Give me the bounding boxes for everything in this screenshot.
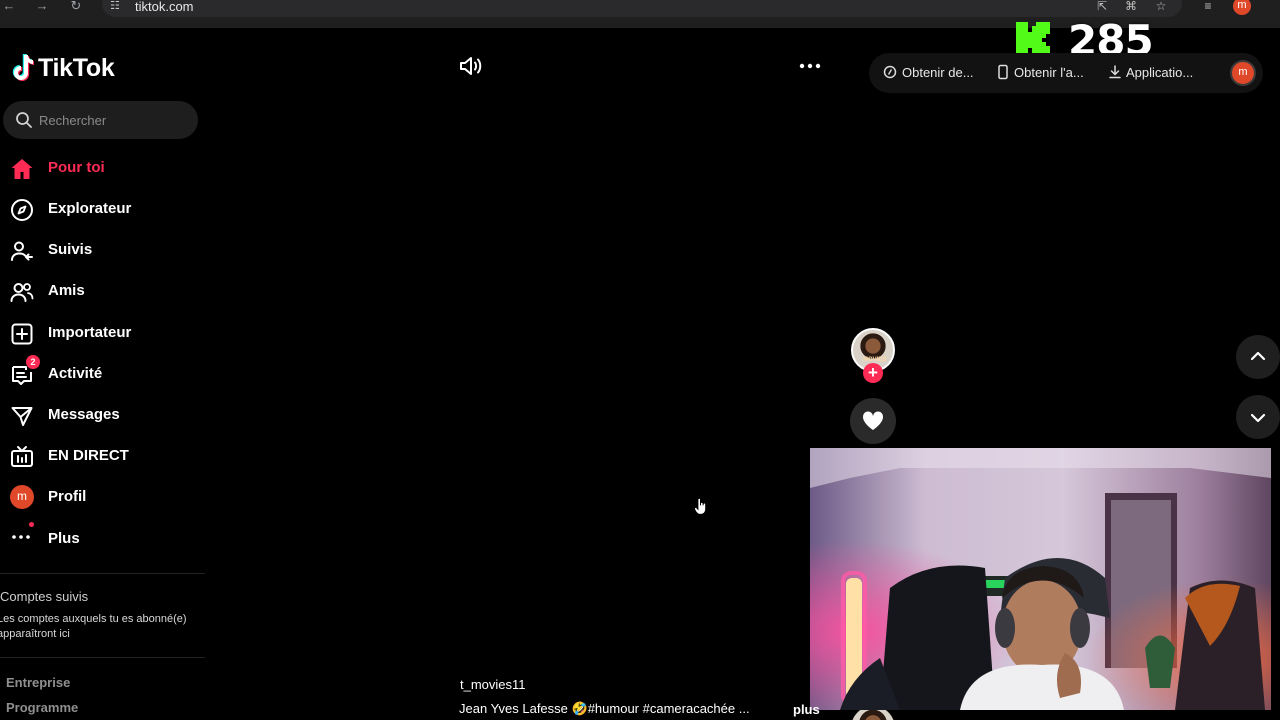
webcam-overlay xyxy=(810,448,1271,710)
video-username[interactable]: t_movies11 xyxy=(460,677,526,692)
sidebar-item-plus[interactable]: Plus xyxy=(0,521,200,557)
home-icon xyxy=(11,159,33,179)
sidebar-item-amis[interactable]: Amis xyxy=(0,273,200,309)
sidebar-item-importateur[interactable]: Importateur xyxy=(0,315,200,351)
sidebar-divider xyxy=(0,573,205,574)
sidebar-item-label: EN DIRECT xyxy=(48,447,129,464)
sidebar-item-label: Plus xyxy=(48,530,80,547)
following-section-desc: Les comptes auxquels tu es abonné(e) app… xyxy=(0,613,187,640)
sidebar-item-label: Profil xyxy=(48,488,87,505)
coin-icon xyxy=(883,65,897,79)
heart-icon xyxy=(862,411,884,430)
send-icon xyxy=(11,407,33,426)
webcam-feed-image xyxy=(810,448,1271,710)
search-icon xyxy=(16,112,32,128)
bookmark-star-icon[interactable]: ☆ xyxy=(1153,0,1169,12)
following-icon xyxy=(11,241,33,261)
user-avatar-button[interactable]: m xyxy=(1230,60,1256,86)
get-app-button[interactable]: Obtenir l'a... xyxy=(1014,65,1084,80)
more-dots-icon xyxy=(12,535,30,539)
logo-text: TikTok xyxy=(38,53,115,82)
search-box[interactable] xyxy=(3,101,198,139)
install-app-icon[interactable]: ⇱ xyxy=(1094,0,1110,12)
download-icon xyxy=(1109,65,1121,79)
sidebar-item-label: Pour toi xyxy=(48,159,105,176)
desktop-app-button[interactable]: Applicatio... xyxy=(1126,65,1193,80)
hand-cursor-icon xyxy=(694,497,706,515)
site-info-icon[interactable]: ☷ xyxy=(110,0,124,12)
new-dot-indicator xyxy=(29,522,34,527)
sidebar-item-activite[interactable]: 2 Activité xyxy=(0,355,200,392)
sidebar-item-label: Explorateur xyxy=(48,200,132,217)
reading-list-icon[interactable]: ≡ xyxy=(1200,0,1216,12)
chevron-down-icon xyxy=(1250,413,1266,423)
volume-icon[interactable] xyxy=(459,55,483,77)
translate-icon[interactable]: ⌘ xyxy=(1123,0,1139,12)
sidebar-item-label: Amis xyxy=(48,282,85,299)
sidebar-item-explorateur[interactable]: Explorateur xyxy=(0,191,200,227)
sidebar-item-profil[interactable]: m Profil xyxy=(0,479,200,515)
tiktok-note-icon xyxy=(12,54,34,81)
next-video-button[interactable] xyxy=(1236,395,1280,439)
live-tv-icon xyxy=(11,446,33,467)
sidebar-divider xyxy=(0,657,205,658)
footer-link-entreprise[interactable]: Entreprise xyxy=(6,675,70,690)
sidebar-item-label: Suivis xyxy=(48,241,93,258)
reload-icon[interactable]: ↻ xyxy=(66,0,86,14)
footer-link-programme[interactable]: Programme xyxy=(6,700,78,715)
forward-icon[interactable]: → xyxy=(32,0,52,14)
previous-video-button[interactable] xyxy=(1236,335,1280,379)
back-icon[interactable]: ← xyxy=(0,0,19,14)
follow-button[interactable]: + xyxy=(863,363,883,383)
search-input[interactable] xyxy=(39,101,189,139)
url-text[interactable]: tiktok.com xyxy=(135,0,194,13)
get-coins-button[interactable]: Obtenir de... xyxy=(902,65,974,80)
chevron-up-icon xyxy=(1250,351,1266,361)
like-button[interactable] xyxy=(850,398,896,444)
sidebar-item-pour-toi[interactable]: Pour toi xyxy=(0,150,200,186)
upload-icon xyxy=(11,323,33,345)
video-caption: Jean Yves Lafesse 🤣#humour #cameracachée… xyxy=(459,701,750,716)
profile-avatar: m xyxy=(10,485,34,509)
more-options-icon[interactable] xyxy=(798,56,822,76)
sidebar-item-label: Importateur xyxy=(48,324,132,341)
notification-badge: 2 xyxy=(26,355,40,369)
sidebar-item-suivis[interactable]: Suivis xyxy=(0,232,200,268)
following-section-title: Comptes suivis xyxy=(0,589,89,604)
compass-icon xyxy=(11,199,33,221)
tiktok-logo[interactable]: TikTok xyxy=(10,52,115,84)
sidebar-item-label: Messages xyxy=(48,406,120,423)
friends-icon xyxy=(10,283,34,302)
sidebar-item-messages[interactable]: Messages xyxy=(0,397,200,433)
caption-more-button[interactable]: plus xyxy=(793,702,820,717)
sidebar-item-label: Activité xyxy=(48,365,103,382)
phone-icon xyxy=(998,64,1008,80)
address-bar[interactable] xyxy=(102,0,1182,17)
sidebar-item-en-direct[interactable]: EN DIRECT xyxy=(0,438,200,474)
